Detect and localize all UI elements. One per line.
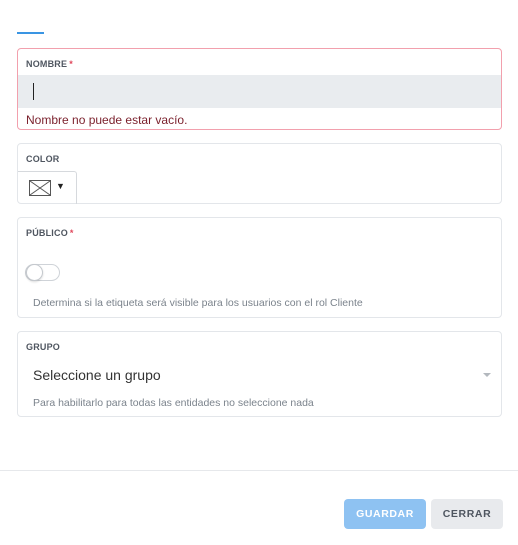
publico-required-mark: * <box>69 228 74 238</box>
publico-label: PÚBLICO * <box>26 228 74 238</box>
color-field-group: COLOR ▼ <box>17 143 502 204</box>
no-color-swatch-icon <box>29 180 51 196</box>
footer-divider <box>0 470 518 471</box>
grupo-help-text: Para habilitarlo para todas las entidade… <box>33 397 314 409</box>
grupo-select-placeholder: Seleccione un grupo <box>33 367 161 383</box>
publico-field-group: PÚBLICO * Determina si la etiqueta será v… <box>17 217 502 318</box>
publico-label-text: PÚBLICO <box>26 228 68 238</box>
nombre-label-text: NOMBRE <box>26 59 68 69</box>
color-label: COLOR <box>26 154 60 164</box>
nombre-input[interactable] <box>18 75 501 108</box>
guardar-button[interactable]: GUARDAR <box>344 499 426 529</box>
text-cursor <box>33 83 34 100</box>
grupo-label: GRUPO <box>26 342 61 352</box>
publico-toggle[interactable] <box>25 264 60 281</box>
nombre-field-group: NOMBRE * Nombre no puede estar vacío. <box>17 48 502 130</box>
nombre-error-message: Nombre no puede estar vacío. <box>26 113 188 127</box>
cerrar-button[interactable]: CERRAR <box>431 499 503 529</box>
chevron-down-icon: ▼ <box>56 181 65 191</box>
color-picker-button[interactable]: ▼ <box>18 171 77 204</box>
chevron-down-icon <box>483 373 491 377</box>
active-tab-indicator <box>17 32 44 34</box>
publico-help-text: Determina si la etiqueta será visible pa… <box>33 297 363 309</box>
grupo-field-group: GRUPO Seleccione un grupo Para habilitar… <box>17 331 502 417</box>
toggle-knob <box>26 264 43 281</box>
nombre-label: NOMBRE * <box>26 59 73 69</box>
nombre-required-mark: * <box>69 59 73 69</box>
